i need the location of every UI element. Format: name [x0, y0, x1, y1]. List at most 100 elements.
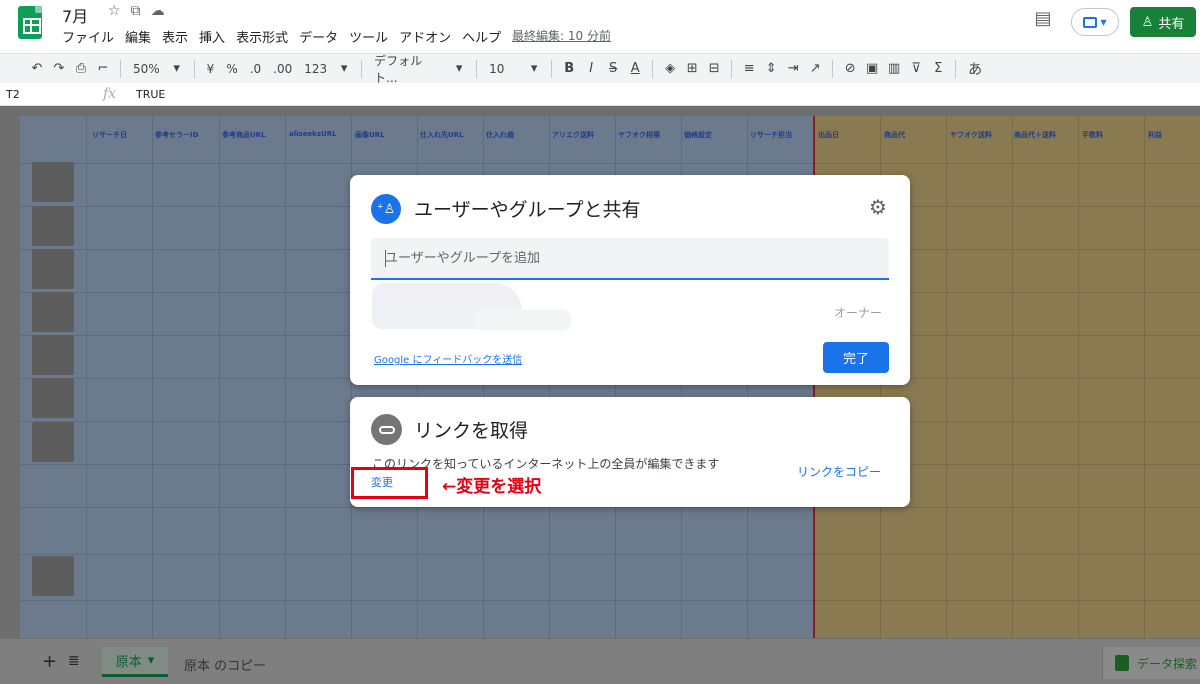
menu-file[interactable]: ファイル: [62, 27, 114, 46]
text-wrap-icon[interactable]: ⇥: [782, 61, 804, 76]
header-cell[interactable]: 参考商品URL: [222, 130, 266, 140]
menu-data[interactable]: データ: [299, 27, 338, 46]
row-headers[interactable]: [0, 116, 20, 638]
font-size-dropdown-icon[interactable]: ▾: [523, 61, 545, 76]
cloud-status-icon[interactable]: ☁: [151, 3, 165, 19]
menu-view[interactable]: 表示: [162, 27, 188, 46]
product-thumbnail[interactable]: [32, 422, 74, 462]
text-rotation-icon[interactable]: ↗: [804, 61, 826, 76]
functions-icon[interactable]: Σ: [927, 61, 949, 76]
menu-addons[interactable]: アドオン: [399, 27, 451, 46]
decrease-decimal-button[interactable]: .0: [244, 62, 267, 76]
menu-format[interactable]: 表示形式: [236, 27, 288, 46]
header-cell[interactable]: 商品代＋送料: [1014, 130, 1056, 140]
font-dropdown-icon[interactable]: ▾: [448, 61, 470, 76]
toolbar-divider: [361, 59, 363, 78]
zoom-select[interactable]: 50%: [127, 62, 166, 76]
name-box[interactable]: T2: [6, 88, 20, 101]
menu-tools[interactable]: ツール: [349, 27, 388, 46]
formula-input[interactable]: TRUE: [136, 88, 165, 101]
undo-icon[interactable]: ↶: [26, 61, 48, 76]
header-cell[interactable]: aliseeksURL: [289, 130, 337, 138]
header-cell[interactable]: 手数料: [1082, 130, 1103, 140]
product-thumbnail[interactable]: [32, 162, 74, 202]
present-button[interactable]: ▾: [1071, 8, 1119, 36]
fx-icon: fx: [103, 86, 117, 102]
product-thumbnail[interactable]: [32, 556, 74, 596]
fill-color-icon[interactable]: ◈: [659, 61, 681, 76]
print-icon[interactable]: ⎙: [70, 61, 92, 76]
gear-icon[interactable]: ⚙: [868, 197, 888, 217]
borders-icon[interactable]: ⊞: [681, 61, 703, 76]
sheets-logo-icon[interactable]: [18, 6, 42, 39]
header-cell[interactable]: リサーチ担当: [750, 130, 792, 140]
product-thumbnail[interactable]: [32, 378, 74, 418]
product-thumbnail[interactable]: [32, 292, 74, 332]
text-color-icon[interactable]: A: [624, 61, 646, 76]
font-select[interactable]: デフォルト...: [368, 52, 448, 86]
copy-link-button[interactable]: リンクをコピー: [797, 463, 881, 480]
explore-label: データ探索: [1137, 656, 1198, 671]
comment-history-icon[interactable]: ▤: [1030, 8, 1056, 32]
horizontal-align-icon[interactable]: ≡: [738, 61, 760, 76]
explore-button[interactable]: データ探索: [1102, 647, 1200, 679]
menu-help[interactable]: ヘルプ: [462, 27, 501, 46]
header-cell[interactable]: 仕入れ値: [486, 130, 514, 140]
vertical-align-icon[interactable]: ⇕: [760, 61, 782, 76]
sheet-tab-original[interactable]: 原本 ▾: [102, 647, 168, 677]
insert-chart-icon[interactable]: ▥: [883, 61, 905, 76]
header-cell[interactable]: 利益: [1148, 130, 1162, 140]
header-cell[interactable]: 参考セラーID: [155, 130, 198, 140]
menu-edit[interactable]: 編集: [125, 27, 151, 46]
share-button[interactable]: ♙ 共有: [1130, 7, 1196, 37]
header-cell[interactable]: 出品日: [818, 130, 839, 140]
star-icon[interactable]: ☆: [108, 3, 121, 19]
header-cell[interactable]: 仕入れ先URL: [420, 130, 464, 140]
move-folder-icon[interactable]: ⧉: [131, 3, 141, 19]
increase-decimal-button[interactable]: .00: [267, 62, 298, 76]
currency-format-button[interactable]: ¥: [201, 62, 221, 76]
explore-icon: [1115, 655, 1129, 671]
insert-link-icon[interactable]: ⊘: [839, 61, 861, 76]
sheet-tab-copy[interactable]: 原本 のコピー: [184, 655, 266, 674]
column-headers[interactable]: [0, 106, 1200, 116]
add-people-field[interactable]: [371, 238, 889, 280]
font-size-select[interactable]: 10: [483, 62, 523, 76]
percent-format-button[interactable]: %: [220, 62, 243, 76]
number-format-dropdown-icon[interactable]: ▾: [333, 61, 355, 76]
header-cell[interactable]: アリエク送料: [552, 130, 594, 140]
menu-insert[interactable]: 挿入: [199, 27, 225, 46]
header-cell[interactable]: ヤフオク相場: [618, 130, 660, 140]
product-thumbnail[interactable]: [32, 335, 74, 375]
bold-icon[interactable]: B: [558, 61, 580, 76]
add-people-input[interactable]: [371, 238, 889, 278]
title-icons: ☆ ⧉ ☁: [108, 3, 165, 19]
last-edit-link[interactable]: 最終編集: 10 分前: [512, 27, 611, 44]
doc-title[interactable]: 7月: [62, 3, 88, 27]
number-format-select[interactable]: 123: [298, 62, 333, 76]
annotation-highlight-box: [351, 467, 428, 499]
header-cell[interactable]: リサーチ日: [92, 130, 127, 140]
paint-format-icon[interactable]: ⌐: [92, 61, 114, 76]
menu-bar: ファイル 編集 表示 挿入 表示形式 データ ツール アドオン ヘルプ: [62, 27, 512, 46]
italic-icon[interactable]: I: [580, 61, 602, 76]
all-sheets-icon[interactable]: ≣: [68, 653, 80, 669]
product-thumbnail[interactable]: [32, 206, 74, 246]
strikethrough-icon[interactable]: S: [602, 61, 624, 76]
product-thumbnail[interactable]: [32, 249, 74, 289]
zoom-dropdown-icon[interactable]: ▾: [166, 61, 188, 76]
header-cell[interactable]: 商品代: [884, 130, 905, 140]
insert-comment-icon[interactable]: ▣: [861, 61, 883, 76]
merge-cells-icon[interactable]: ⊟: [703, 61, 725, 76]
redo-icon[interactable]: ↷: [48, 61, 70, 76]
input-tools-button[interactable]: あ: [962, 59, 988, 79]
add-sheet-icon[interactable]: +: [42, 651, 57, 672]
filter-icon[interactable]: ⊽: [905, 61, 927, 76]
header-cell[interactable]: ヤフオク送料: [950, 130, 992, 140]
share-button-label: 共有: [1158, 16, 1185, 32]
feedback-link[interactable]: Google にフィードバックを送信: [374, 351, 522, 366]
header-cell[interactable]: 価格設定: [684, 130, 712, 140]
formula-bar: T2 fx TRUE: [0, 84, 1200, 106]
header-cell[interactable]: 画像URL: [355, 130, 385, 140]
done-button[interactable]: 完了: [823, 342, 889, 373]
